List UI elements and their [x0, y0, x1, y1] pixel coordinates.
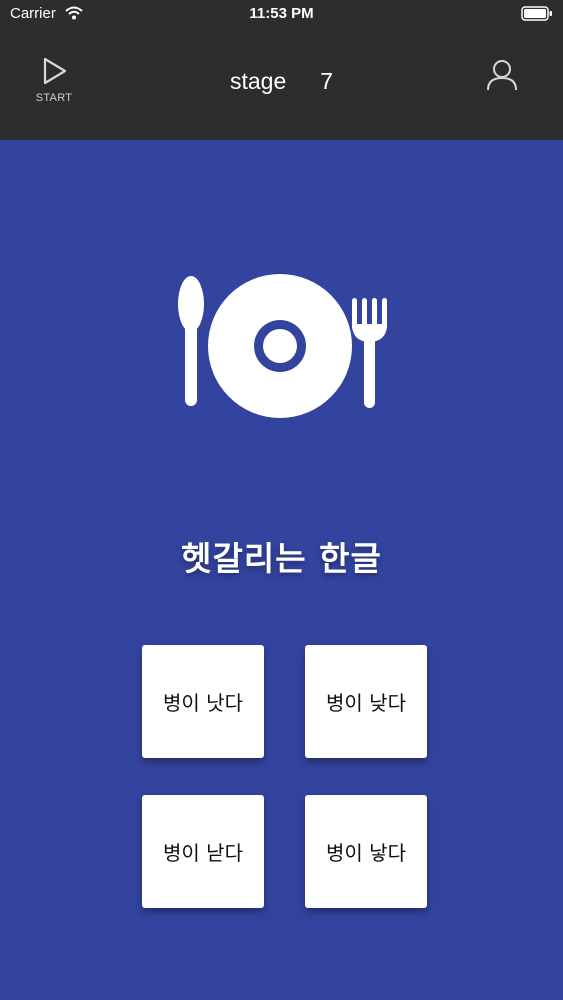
status-bar: Carrier 11:53 PM [0, 0, 563, 30]
dish-cutlery-icon [176, 272, 388, 420]
game-screen: Carrier 11:53 PM START stage 7 헷갈리는 한글 병… [0, 0, 563, 1000]
choice-label: 병이 낮다 [326, 691, 406, 715]
choice-label: 병이 낫다 [163, 691, 243, 715]
game-title: 헷갈리는 한글 [181, 539, 382, 578]
battery-icon [521, 6, 553, 25]
choice-label: 병이 낟다 [163, 841, 243, 865]
choice-label: 병이 낳다 [326, 841, 406, 865]
choice-button-4[interactable]: 병이 낳다 [305, 795, 427, 908]
choice-button-2[interactable]: 병이 낮다 [305, 645, 427, 758]
profile-button[interactable] [485, 58, 519, 92]
top-nav-bar: START stage 7 [0, 30, 563, 140]
status-time: 11:53 PM [249, 5, 314, 22]
choice-button-1[interactable]: 병이 낫다 [142, 645, 264, 758]
stage-number: 7 [320, 68, 334, 94]
stage-indicator: stage 7 [0, 68, 563, 95]
stage-label: stage [229, 68, 287, 94]
user-icon [485, 60, 519, 96]
choice-button-3[interactable]: 병이 낟다 [142, 795, 264, 908]
